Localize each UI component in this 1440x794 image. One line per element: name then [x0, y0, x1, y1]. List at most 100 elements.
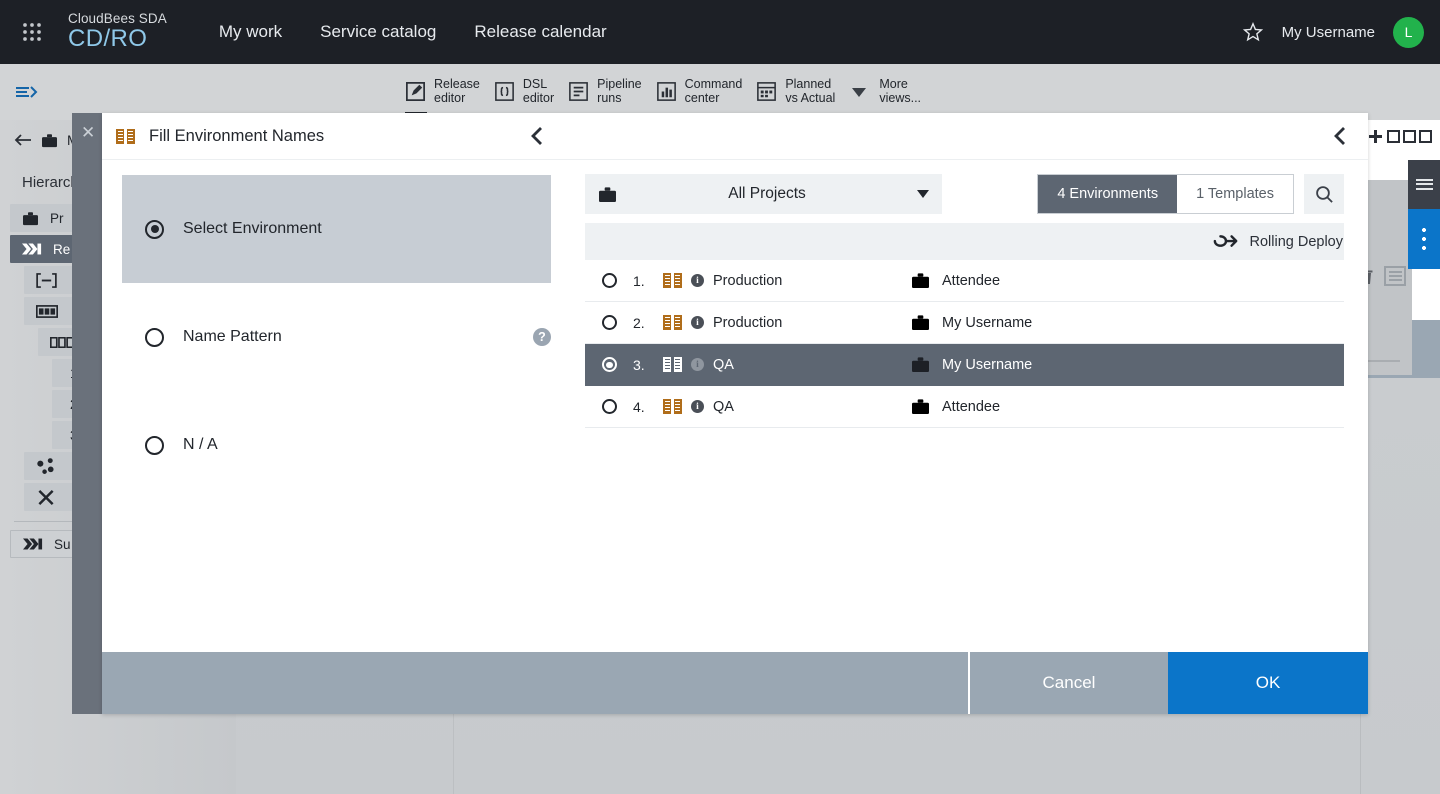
add-col-box-1	[1387, 130, 1400, 143]
view-tab-release-editor[interactable]: Release editor	[404, 77, 480, 107]
briefcase-icon	[22, 211, 39, 226]
briefcase-icon	[41, 133, 58, 148]
hamburger-menu-icon[interactable]	[1408, 160, 1440, 209]
table-row[interactable]: 4. i QA Attendee	[585, 386, 1344, 428]
project-filter-dropdown[interactable]: All Projects	[585, 174, 942, 214]
row-radio[interactable]	[602, 399, 617, 414]
sidebar-item-label: Pr	[50, 211, 64, 226]
pencil-square-icon	[404, 80, 427, 103]
row-radio[interactable]	[602, 273, 617, 288]
info-icon[interactable]: i	[691, 316, 704, 329]
row-index: 2.	[633, 315, 663, 331]
table-row[interactable]: 1. i Production Attendee	[585, 260, 1344, 302]
table-row[interactable]: 2. i Production My Username	[585, 302, 1344, 344]
brand-module-line: CD/RO	[68, 26, 167, 51]
collapse-right-panel-chevron-left-icon[interactable]	[1332, 125, 1348, 147]
option-not-applicable[interactable]: N / A	[122, 391, 551, 499]
apps-grid-icon	[23, 23, 41, 41]
info-icon[interactable]: i	[691, 274, 704, 287]
sidebar-item-label: Su	[54, 537, 71, 552]
avatar[interactable]: L	[1393, 17, 1424, 48]
row-radio[interactable]	[602, 315, 617, 330]
dialog-header: Fill Environment Names	[102, 113, 1368, 160]
ok-button[interactable]: OK	[1168, 652, 1368, 714]
username-label[interactable]: My Username	[1282, 24, 1375, 41]
option-label: N / A	[183, 436, 218, 454]
briefcase-icon	[598, 186, 617, 203]
more-views-line1: More	[879, 77, 907, 91]
briefcase-icon	[911, 398, 930, 415]
share-nodes-icon	[36, 458, 56, 475]
apps-grid-button[interactable]	[0, 0, 64, 64]
question-circle-icon[interactable]: ?	[533, 328, 551, 346]
view-switcher-bar: Release editor DSL editor	[0, 64, 1440, 120]
view-tab-pipeline-runs[interactable]: Pipeline runs	[567, 77, 641, 107]
nav-release-calendar[interactable]: Release calendar	[474, 22, 606, 42]
tab-environments[interactable]: 4 Environments	[1038, 175, 1177, 213]
info-icon[interactable]: i	[691, 358, 704, 371]
rail-kebab-button[interactable]	[1408, 209, 1440, 269]
boxes-icon	[50, 337, 74, 348]
arrow-left-icon	[14, 133, 32, 147]
fill-environment-names-dialog: Fill Environment Names Select Envi	[102, 113, 1368, 714]
row-radio[interactable]	[602, 357, 617, 372]
add-columns-icon[interactable]	[1367, 128, 1432, 145]
brand-product-line: CloudBees SDA	[68, 12, 167, 26]
chevrons-right-icon	[22, 243, 42, 255]
expand-sidebar-icon[interactable]	[0, 83, 54, 101]
environment-group-label: Rolling Deploy	[1250, 234, 1344, 250]
option-name-pattern[interactable]: Name Pattern ?	[122, 283, 551, 391]
brand-logo[interactable]: CloudBees SDA CD/RO	[68, 12, 167, 51]
star-icon[interactable]	[1242, 21, 1264, 43]
add-col-box-3	[1419, 130, 1432, 143]
environment-icon	[663, 357, 682, 372]
radio-select-environment[interactable]	[145, 220, 164, 239]
caret-down-icon[interactable]	[852, 88, 866, 97]
environment-picker: All Projects 4 Environments 1 Templates	[567, 160, 1368, 652]
list-document-icon	[567, 80, 590, 103]
view-tab-label-line2: center	[685, 91, 720, 105]
row-project-name: My Username	[942, 357, 1032, 373]
info-icon[interactable]: i	[691, 400, 704, 413]
top-right-cluster: My Username L	[1242, 17, 1440, 48]
option-label: Name Pattern	[183, 328, 282, 346]
search-button[interactable]	[1304, 174, 1344, 214]
option-select-environment[interactable]: Select Environment	[122, 175, 551, 283]
radio-name-pattern[interactable]	[145, 328, 164, 347]
nav-my-work[interactable]: My work	[219, 22, 282, 42]
view-tab-more-views[interactable]: More views...	[879, 77, 921, 107]
view-tab-label-line2: editor	[434, 91, 465, 105]
view-tab-label-line1: Release	[434, 77, 480, 91]
collapse-left-panel-chevron-left-icon[interactable]	[529, 125, 545, 147]
option-label: Select Environment	[183, 220, 322, 238]
view-tab-label-line2: runs	[597, 91, 621, 105]
radio-not-applicable[interactable]	[145, 436, 164, 455]
nav-service-catalog[interactable]: Service catalog	[320, 22, 436, 42]
table-row[interactable]: 3. i QA My Username	[585, 344, 1344, 386]
tab-templates[interactable]: 1 Templates	[1177, 175, 1293, 213]
view-tab-label-line1: Command	[685, 77, 743, 91]
environment-icon	[663, 399, 682, 414]
picker-toolbar: All Projects 4 Environments 1 Templates	[585, 174, 1344, 214]
view-tab-command-center[interactable]: Command center	[655, 77, 743, 107]
briefcase-icon	[911, 356, 930, 373]
view-tab-planned-vs-actual[interactable]: Planned vs Actual	[755, 77, 835, 107]
environments-templates-toggle: 4 Environments 1 Templates	[1037, 174, 1294, 214]
view-tab-label-line1: DSL	[523, 77, 547, 91]
fill-mode-options: Select Environment Name Pattern ? N / A	[102, 160, 567, 652]
row-environment-name: QA	[713, 399, 734, 415]
view-tab-dsl-editor[interactable]: DSL editor	[493, 77, 554, 107]
add-col-box-2	[1403, 130, 1416, 143]
document-icon[interactable]	[1384, 266, 1406, 286]
braces-icon	[493, 80, 516, 103]
vertical-dots-icon	[1422, 228, 1426, 250]
row-index: 4.	[633, 399, 663, 415]
row-project-name: Attendee	[942, 273, 1000, 289]
row-environment-name: Production	[713, 273, 782, 289]
row-environment-name: Production	[713, 315, 782, 331]
view-tab-label-line1: Pipeline	[597, 77, 641, 91]
close-icon[interactable]: ✕	[81, 123, 95, 143]
view-tab-label-line1: Planned	[785, 77, 831, 91]
cancel-button[interactable]: Cancel	[968, 652, 1168, 714]
dialog-footer: Cancel OK	[102, 652, 1368, 714]
